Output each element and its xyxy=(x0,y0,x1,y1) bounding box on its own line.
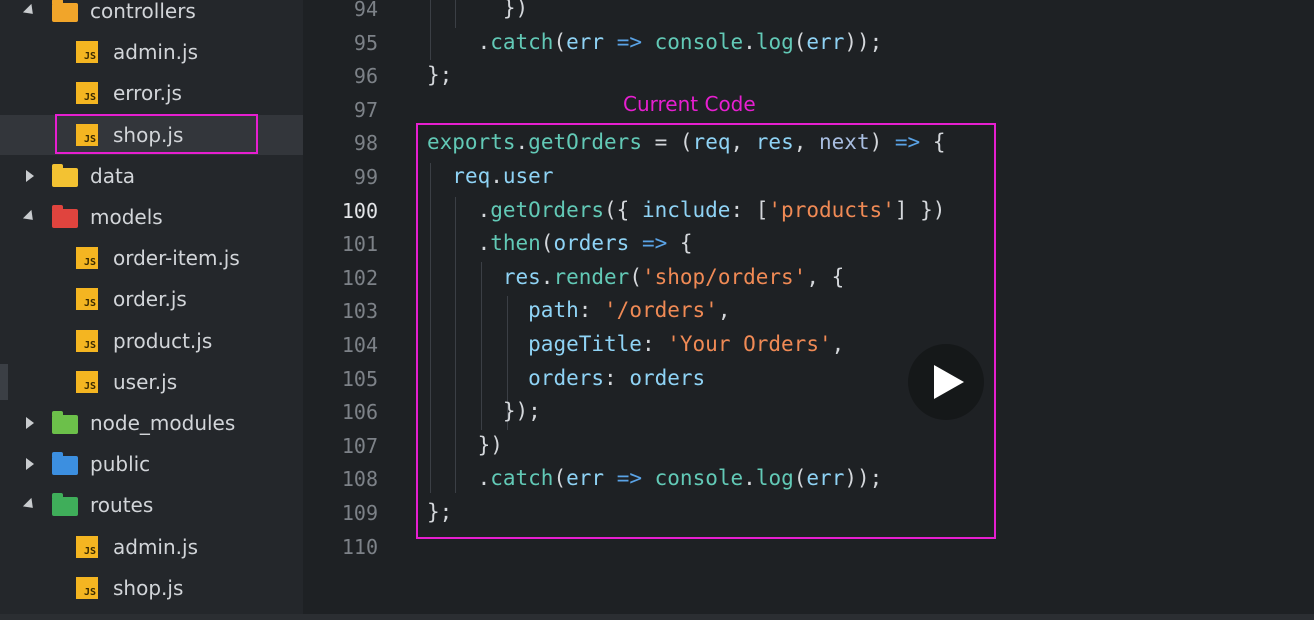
highlight-box-shop-js xyxy=(55,114,258,154)
line-number: 104 xyxy=(341,333,378,357)
line-number: 97 xyxy=(353,97,378,122)
js-file-icon: JS xyxy=(76,41,98,64)
code-token: => xyxy=(616,29,642,54)
bottom-scrollbar[interactable] xyxy=(0,614,1314,620)
code-token: . xyxy=(743,29,756,54)
tree-item-label: data xyxy=(90,163,136,188)
code-line[interactable]: .catch(err => console.log(err)); xyxy=(427,29,883,54)
folder-models[interactable]: models xyxy=(0,197,303,237)
file-order-js[interactable]: JS order.js xyxy=(0,279,303,319)
code-token: )); xyxy=(844,29,883,54)
file-admin-js[interactable]: JS admin.js xyxy=(0,32,303,72)
file-admin-js[interactable]: JS admin.js xyxy=(0,527,303,567)
line-number: 94 xyxy=(353,0,378,21)
folder-controllers[interactable]: controllers xyxy=(0,0,303,31)
annotation-highlight-box xyxy=(416,123,996,539)
tree-item-label: shop.js xyxy=(113,575,184,600)
folder-node-modules[interactable]: node_modules xyxy=(0,403,303,443)
line-number: 103 xyxy=(341,299,378,324)
line-number: 98 xyxy=(353,131,378,156)
chevron-down-icon[interactable] xyxy=(22,498,38,513)
js-file-icon: JS xyxy=(76,288,98,311)
line-number: 101 xyxy=(341,232,378,257)
play-icon xyxy=(934,365,964,399)
controllers-folder-icon xyxy=(52,0,78,22)
tree-item-label: admin.js xyxy=(113,40,198,65)
chevron-right-icon[interactable] xyxy=(26,169,34,182)
code-token: }; xyxy=(427,63,453,88)
chevron-right-icon[interactable] xyxy=(26,417,34,429)
code-token: console xyxy=(654,29,744,54)
annotation-label: Current Code xyxy=(623,92,756,116)
tree-item-label: user.js xyxy=(113,369,178,394)
line-number: 102 xyxy=(341,265,378,290)
tree-item-label: product.js xyxy=(113,328,213,353)
file-error-js[interactable]: JS error.js xyxy=(0,73,303,113)
js-file-icon: JS xyxy=(76,82,98,105)
chevron-right-icon[interactable] xyxy=(26,458,34,471)
line-number: 96 xyxy=(353,64,378,89)
folder-routes[interactable]: routes xyxy=(0,485,303,525)
tree-item-label: order.js xyxy=(113,287,187,312)
folder-public[interactable]: public xyxy=(0,444,303,484)
file-explorer-sidebar: controllers JS admin.js JS error.js JS shop.js… xyxy=(0,0,303,620)
tree-item-label: controllers xyxy=(90,0,196,23)
code-token: err xyxy=(566,29,605,54)
models-folder-icon xyxy=(52,205,78,228)
line-number: 106 xyxy=(341,400,378,425)
code-token: }) xyxy=(427,0,529,20)
code-token: err xyxy=(806,29,845,54)
tree-item-label: admin.js xyxy=(113,534,198,559)
code-token: catch xyxy=(490,29,554,54)
drag-handle-icon[interactable] xyxy=(0,364,8,400)
code-token: . xyxy=(427,29,491,54)
js-file-icon: JS xyxy=(76,247,98,270)
tree-item-label: routes xyxy=(90,493,154,518)
play-button[interactable] xyxy=(908,344,984,420)
code-line[interactable]: }) xyxy=(427,0,528,20)
code-editor[interactable]: 94 }) 95 .catch(err => console.log(err));… xyxy=(303,0,1314,620)
code-line[interactable]: }; xyxy=(427,63,452,87)
data-folder-icon xyxy=(52,163,78,187)
line-number: 108 xyxy=(341,467,378,492)
routes-folder-icon xyxy=(52,493,78,517)
line-number: 107 xyxy=(341,433,378,458)
file-user-js[interactable]: JS user.js xyxy=(0,362,303,402)
node-modules-folder-icon xyxy=(52,411,78,434)
file-shop-js[interactable]: JS shop.js xyxy=(0,568,303,608)
code-token: ( xyxy=(793,29,807,54)
js-file-icon: JS xyxy=(76,370,98,393)
code-token: log xyxy=(755,29,794,54)
js-file-icon: JS xyxy=(76,329,98,352)
tree-item-label: node_modules xyxy=(90,411,236,435)
js-file-icon: JS xyxy=(76,576,98,599)
line-number: 99 xyxy=(353,165,378,189)
folder-data[interactable]: data xyxy=(0,156,303,196)
file-order-item-js[interactable]: JS order-item.js xyxy=(0,238,303,278)
tree-item-label: public xyxy=(90,452,151,477)
chevron-down-icon[interactable] xyxy=(22,209,38,225)
line-number: 100 xyxy=(341,198,378,223)
line-number: 95 xyxy=(353,30,378,55)
public-folder-icon xyxy=(52,452,78,476)
line-number: 105 xyxy=(341,366,378,391)
tree-item-label: models xyxy=(90,205,163,229)
code-token: ( xyxy=(553,29,567,54)
line-number: 110 xyxy=(341,534,378,559)
line-number: 109 xyxy=(341,501,378,525)
file-product-js[interactable]: JS product.js xyxy=(0,321,303,361)
chevron-down-icon[interactable] xyxy=(22,3,38,19)
tree-item-label: order-item.js xyxy=(113,246,240,271)
tree-item-label: error.js xyxy=(113,81,182,106)
js-file-icon: JS xyxy=(76,535,98,558)
